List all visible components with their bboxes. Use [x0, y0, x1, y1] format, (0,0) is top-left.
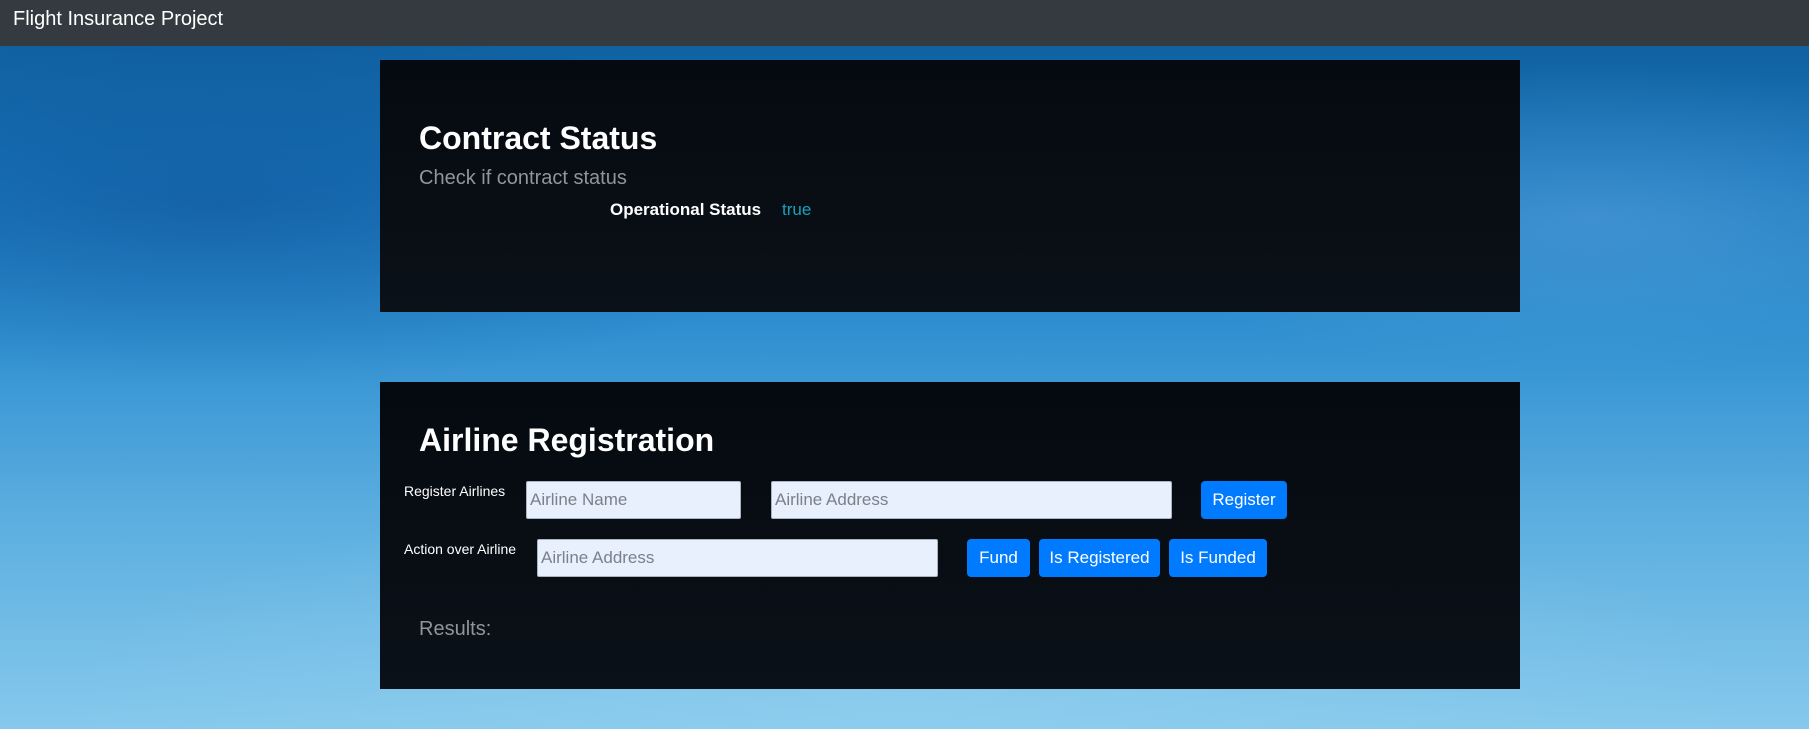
contract-status-subtitle: Check if contract status: [419, 167, 627, 189]
operational-status-value: true: [782, 200, 812, 219]
airline-name-input[interactable]: [526, 481, 741, 519]
contract-status-card: Contract Status Check if contract status…: [380, 60, 1520, 312]
action-over-airline-label: Action over Airline: [404, 541, 517, 557]
top-navbar: Flight Insurance Project: [0, 0, 1809, 46]
results-label: Results:: [419, 618, 492, 640]
navbar-brand[interactable]: Flight Insurance Project: [13, 7, 223, 31]
action-airline-address-input[interactable]: [537, 539, 938, 577]
is-registered-button[interactable]: Is Registered: [1039, 539, 1160, 577]
register-button[interactable]: Register: [1201, 481, 1287, 519]
is-funded-button[interactable]: Is Funded: [1169, 539, 1267, 577]
register-airlines-label: Register Airlines: [404, 483, 506, 499]
register-airline-address-input[interactable]: [771, 481, 1172, 519]
airline-registration-card: Airline Registration Register Airlines R…: [380, 382, 1520, 689]
operational-status-label: Operational Status: [610, 200, 762, 219]
contract-status-title: Contract Status: [419, 120, 658, 156]
fund-button[interactable]: Fund: [967, 539, 1030, 577]
airline-registration-title: Airline Registration: [419, 422, 715, 458]
